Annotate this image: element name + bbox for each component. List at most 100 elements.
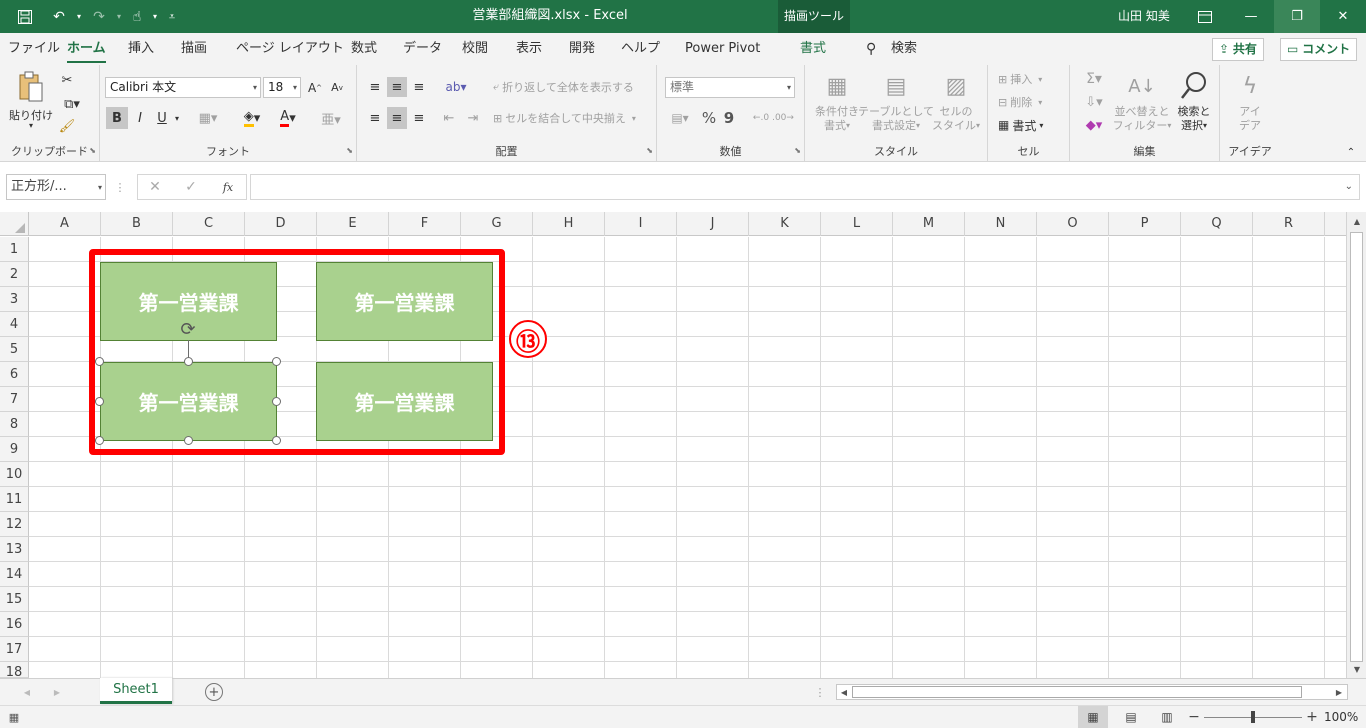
align-middle-icon[interactable]: ≡: [387, 77, 407, 97]
format-cells-button[interactable]: ▦ 書式 ▾: [998, 115, 1060, 135]
touch-dropdown-icon[interactable]: ▾: [148, 0, 162, 33]
vertical-scrollbar[interactable]: ▲ ▼: [1346, 212, 1366, 678]
percent-button[interactable]: %: [699, 107, 719, 129]
ribbon-display-options-icon[interactable]: [1182, 0, 1228, 33]
fill-icon[interactable]: ⇩▾: [1080, 92, 1108, 112]
insert-cells-button[interactable]: ⊞ 挿入 ▾: [998, 69, 1060, 89]
row-header-12[interactable]: 12: [0, 512, 29, 537]
column-header-k[interactable]: K: [749, 212, 821, 236]
row-header-2[interactable]: 2: [0, 262, 29, 287]
cell-styles-button[interactable]: ▨ セルの スタイル ▾: [929, 69, 983, 137]
format-as-table-button[interactable]: ▤ テーブルとして 書式設定 ▾: [858, 69, 934, 137]
column-header-q[interactable]: Q: [1181, 212, 1253, 236]
row-header-1[interactable]: 1: [0, 237, 29, 262]
orientation-icon[interactable]: ab▾: [441, 77, 471, 97]
format-painter-icon[interactable]: 🖌: [58, 117, 76, 135]
comment-button[interactable]: ▭ コメント: [1280, 38, 1358, 61]
italic-button[interactable]: I: [130, 107, 150, 129]
column-header-d[interactable]: D: [245, 212, 317, 236]
insert-function-icon[interactable]: fx: [218, 177, 238, 197]
number-format-select[interactable]: 標準 ▾: [665, 77, 795, 98]
align-right-icon[interactable]: ≡: [409, 107, 429, 129]
scroll-right-icon[interactable]: ▶: [1333, 685, 1345, 699]
tab-home[interactable]: ホーム: [67, 33, 106, 63]
row-header-7[interactable]: 7: [0, 387, 29, 412]
save-icon[interactable]: [12, 0, 38, 33]
normal-view-icon[interactable]: ▦: [1078, 706, 1108, 728]
tab-data[interactable]: データ: [403, 33, 442, 65]
user-name[interactable]: 山田 知美: [1118, 0, 1170, 33]
bold-button[interactable]: B: [106, 107, 128, 129]
sort-filter-button[interactable]: A↓ 並べ替えと フィルター ▾: [1113, 69, 1172, 137]
tab-review[interactable]: 校閲: [462, 33, 488, 65]
add-sheet-icon[interactable]: +: [205, 683, 223, 701]
restore-icon[interactable]: ❐: [1274, 0, 1320, 33]
row-header-5[interactable]: 5: [0, 337, 29, 362]
column-header-g[interactable]: G: [461, 212, 533, 236]
row-header-16[interactable]: 16: [0, 612, 29, 637]
tab-insert[interactable]: 挿入: [128, 33, 154, 65]
find-select-button[interactable]: 検索と 選択 ▾: [1172, 69, 1216, 137]
column-header-p[interactable]: P: [1109, 212, 1181, 236]
redo-icon[interactable]: ↷: [86, 0, 112, 33]
scroll-down-icon[interactable]: ▼: [1350, 662, 1364, 676]
undo-icon[interactable]: ↶: [46, 0, 72, 33]
row-header-15[interactable]: 15: [0, 587, 29, 612]
paste-button[interactable]: 貼り付け ▾: [8, 69, 54, 135]
tab-page-layout[interactable]: ページ レイアウト: [236, 33, 344, 65]
page-layout-view-icon[interactable]: ▤: [1118, 706, 1144, 728]
align-left-icon[interactable]: ≡: [365, 107, 385, 129]
border-icon[interactable]: ▦▾: [192, 107, 224, 129]
align-center-icon[interactable]: ≡: [387, 107, 407, 129]
underline-dropdown-icon[interactable]: ▾: [172, 107, 182, 129]
column-header-h[interactable]: H: [533, 212, 605, 236]
row-header-6[interactable]: 6: [0, 362, 29, 387]
page-break-view-icon[interactable]: ▥: [1154, 706, 1180, 728]
row-header-14[interactable]: 14: [0, 562, 29, 587]
row-header-4[interactable]: 4: [0, 312, 29, 337]
align-top-icon[interactable]: ≡: [365, 77, 385, 97]
minimize-icon[interactable]: —: [1228, 0, 1274, 33]
collapse-ribbon-icon[interactable]: ⌃: [1344, 145, 1358, 159]
merge-center-button[interactable]: ⊞ セルを結合して中央揃え ▾: [493, 107, 648, 129]
row-header-9[interactable]: 9: [0, 437, 29, 462]
tab-developer[interactable]: 開発: [569, 33, 595, 65]
font-name-select[interactable]: Calibri 本文 ▾: [105, 77, 261, 98]
share-button[interactable]: ⇪ 共有: [1212, 38, 1264, 61]
tab-file[interactable]: ファイル: [8, 33, 60, 65]
column-header-o[interactable]: O: [1037, 212, 1109, 236]
ideas-button[interactable]: ϟ アイ デア: [1226, 69, 1274, 137]
formula-input[interactable]: ⌄: [250, 174, 1360, 200]
cancel-icon[interactable]: ✕: [146, 177, 164, 197]
grow-font-button[interactable]: A ^: [306, 77, 324, 98]
horizontal-scrollbar[interactable]: ◀ ▶: [836, 684, 1348, 700]
font-size-select[interactable]: 18 ▾: [263, 77, 301, 98]
row-header-13[interactable]: 13: [0, 537, 29, 562]
column-header-l[interactable]: L: [821, 212, 893, 236]
select-all-button[interactable]: [0, 212, 29, 236]
align-bottom-icon[interactable]: ≡: [409, 77, 429, 97]
column-header-n[interactable]: N: [965, 212, 1037, 236]
column-header-f[interactable]: F: [389, 212, 461, 236]
search-icon[interactable]: ⚲: [866, 33, 876, 65]
row-header-8[interactable]: 8: [0, 412, 29, 437]
wrap-text-button[interactable]: ⤶ 折り返して全体を表示する: [493, 77, 643, 97]
redo-dropdown-icon[interactable]: ▾: [112, 0, 126, 33]
tab-formulas[interactable]: 数式: [351, 33, 377, 65]
decrease-decimal-icon[interactable]: .00→: [772, 107, 794, 129]
delete-cells-button[interactable]: ⊟ 削除 ▾: [998, 92, 1060, 112]
customize-qat-icon[interactable]: ⩡: [162, 0, 182, 33]
row-header-17[interactable]: 17: [0, 637, 29, 662]
column-header-i[interactable]: I: [605, 212, 677, 236]
scroll-up-icon[interactable]: ▲: [1350, 214, 1364, 228]
column-header-b[interactable]: B: [101, 212, 173, 236]
cut-icon[interactable]: ✂: [58, 71, 76, 89]
vertical-scroll-thumb[interactable]: [1350, 232, 1363, 662]
column-header-a[interactable]: A: [29, 212, 101, 236]
column-header-c[interactable]: C: [173, 212, 245, 236]
increase-decimal-icon[interactable]: ←.0: [751, 107, 771, 129]
enter-icon[interactable]: ✓: [182, 177, 200, 197]
name-box[interactable]: 正方形/... ▾: [6, 174, 106, 200]
phonetic-icon[interactable]: 亜▾: [316, 107, 346, 129]
column-header-r[interactable]: R: [1253, 212, 1325, 236]
